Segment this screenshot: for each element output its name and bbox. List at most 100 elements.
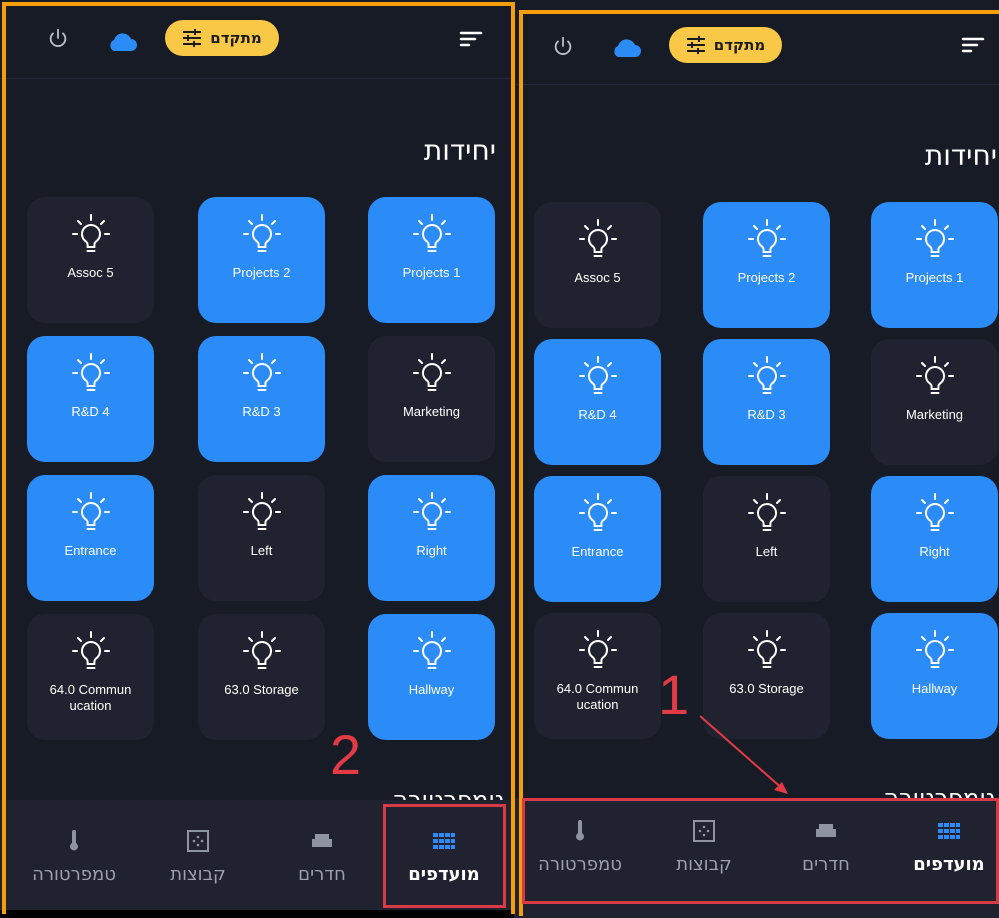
- advanced-label: מתקדם: [210, 29, 262, 47]
- device-tile[interactable]: 64.0 Commun ucation: [534, 613, 661, 739]
- device-tile[interactable]: Marketing: [871, 339, 998, 465]
- device-tile[interactable]: Entrance: [534, 476, 661, 602]
- device-tile[interactable]: Projects 1: [871, 202, 998, 328]
- device-tile-label: 64.0 Commun ucation: [49, 682, 132, 713]
- sort-icon[interactable]: [459, 30, 483, 48]
- lightbulb-icon: [578, 356, 617, 394]
- device-tile-label: 64.0 Commun ucation: [556, 681, 639, 712]
- nav-temperature[interactable]: טמפרטורה: [520, 798, 640, 908]
- nav-label-groups: קבוצות: [170, 864, 226, 885]
- sliders-icon: [686, 36, 705, 54]
- device-tile[interactable]: Left: [703, 476, 830, 602]
- nav-rooms[interactable]: חדרים: [262, 800, 382, 910]
- lightbulb-icon: [412, 492, 451, 530]
- lightbulb-icon: [747, 493, 786, 531]
- lightbulb-icon: [915, 219, 954, 257]
- groups-icon: [187, 830, 209, 852]
- lightbulb-icon: [71, 631, 110, 669]
- grid-icon: [938, 823, 960, 839]
- thermometer-icon: [70, 830, 78, 851]
- lightbulb-icon: [412, 214, 451, 252]
- lightbulb-icon: [915, 493, 954, 531]
- device-tile-label: Left: [755, 544, 778, 559]
- lightbulb-icon: [578, 493, 617, 531]
- device-tile[interactable]: Marketing: [368, 336, 495, 462]
- device-tile[interactable]: Right: [368, 475, 495, 601]
- lightbulb-icon: [747, 356, 786, 394]
- device-tile-label: Marketing: [402, 404, 461, 419]
- section-title-temperature: טמפרטורה: [392, 786, 504, 800]
- top-bar: מתקדם: [0, 0, 514, 79]
- device-tile-label: Entrance: [64, 543, 117, 558]
- device-tile[interactable]: R&D 3: [703, 339, 830, 465]
- lightbulb-icon: [915, 356, 954, 394]
- device-tile-label: Right: [919, 544, 950, 559]
- device-tile[interactable]: 64.0 Commun ucation: [27, 614, 154, 740]
- device-tile-label: Right: [416, 543, 447, 558]
- advanced-label: מתקדם: [713, 36, 766, 54]
- lightbulb-icon: [747, 630, 786, 668]
- device-tile[interactable]: 63.0 Storage: [198, 614, 325, 740]
- device-tile-label: Left: [250, 543, 273, 558]
- device-tile[interactable]: Right: [871, 476, 998, 602]
- nav-label-temperature: טמפרטורה: [538, 854, 622, 875]
- device-tile[interactable]: Assoc 5: [534, 202, 661, 328]
- section-title-units: יחידות: [423, 134, 496, 167]
- section-title-units: יחידות: [924, 139, 997, 172]
- nav-favorites[interactable]: מועדפים: [384, 800, 504, 910]
- device-tile[interactable]: R&D 4: [27, 336, 154, 462]
- device-tile[interactable]: R&D 3: [198, 336, 325, 462]
- power-icon[interactable]: [47, 27, 69, 49]
- annotation-number-2: 2: [330, 723, 362, 786]
- lightbulb-icon: [242, 214, 281, 252]
- device-tile-label: Projects 1: [905, 270, 964, 285]
- grid-icon: [433, 833, 455, 849]
- cloud-icon[interactable]: [610, 36, 642, 58]
- device-tile[interactable]: Projects 2: [198, 197, 325, 323]
- lightbulb-icon: [578, 630, 617, 668]
- device-tile-label: R&D 3: [747, 407, 786, 422]
- device-tile-label: R&D 4: [578, 407, 617, 422]
- system-bar: [0, 910, 514, 918]
- section-title-temperature: טמפרטורה: [883, 784, 995, 798]
- lightbulb-icon: [412, 353, 451, 391]
- device-tile[interactable]: Hallway: [368, 614, 495, 740]
- nav-rooms[interactable]: חדרים: [766, 798, 886, 908]
- groups-icon: [693, 820, 715, 842]
- nav-groups[interactable]: קבוצות: [644, 798, 764, 908]
- device-tile-label: Marketing: [905, 407, 964, 422]
- lightbulb-icon: [242, 492, 281, 530]
- device-tile[interactable]: R&D 4: [534, 339, 661, 465]
- device-tile[interactable]: Projects 2: [703, 202, 830, 328]
- power-icon[interactable]: [552, 35, 574, 57]
- lightbulb-icon: [578, 219, 617, 257]
- device-tile-label: Assoc 5: [67, 265, 114, 280]
- sort-icon[interactable]: [961, 36, 985, 54]
- device-tile[interactable]: Assoc 5: [27, 197, 154, 323]
- advanced-button[interactable]: מתקדם: [165, 20, 279, 56]
- device-tile-label: Projects 2: [737, 270, 796, 285]
- nav-label-groups: קבוצות: [676, 854, 732, 875]
- device-tile-label: 63.0 Storage: [729, 681, 804, 696]
- nav-favorites[interactable]: מועדפים: [894, 798, 999, 908]
- bottom-nav: מועדפים חדרים קבוצות טמפרטורה: [0, 800, 514, 910]
- device-tile[interactable]: Projects 1: [368, 197, 495, 323]
- device-tile[interactable]: Left: [198, 475, 325, 601]
- lightbulb-icon: [71, 492, 110, 530]
- device-tile-label: R&D 3: [242, 404, 281, 419]
- nav-temperature[interactable]: טמפרטורה: [14, 800, 134, 910]
- device-tile-label: Projects 2: [232, 265, 291, 280]
- advanced-button[interactable]: מתקדם: [669, 27, 782, 63]
- nav-groups[interactable]: קבוצות: [138, 800, 258, 910]
- device-tile-label: Hallway: [408, 682, 455, 697]
- lightbulb-icon: [915, 630, 954, 668]
- nav-label-temperature: טמפרטורה: [32, 864, 116, 885]
- device-tile[interactable]: Entrance: [27, 475, 154, 601]
- sofa-icon: [816, 824, 836, 837]
- device-tile[interactable]: Hallway: [871, 613, 998, 739]
- lightbulb-icon: [71, 214, 110, 252]
- cloud-icon[interactable]: [106, 30, 138, 52]
- device-tile-label: Projects 1: [402, 265, 461, 280]
- lightbulb-icon: [242, 631, 281, 669]
- lightbulb-icon: [747, 219, 786, 257]
